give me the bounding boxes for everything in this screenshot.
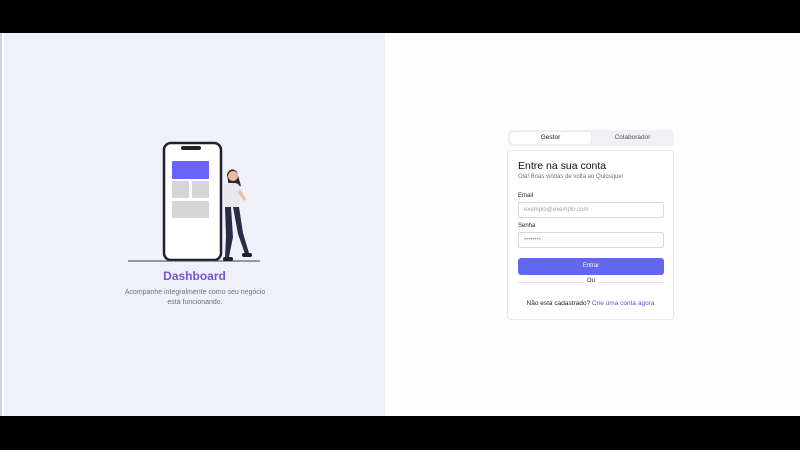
app-frame: Dashboard Acompanhe integralmente como s… (0, 33, 800, 416)
dashboard-illustration (128, 141, 260, 262)
email-field[interactable]: exemplo@exemplo.com (518, 202, 664, 218)
login-title: Entre na sua conta (518, 160, 607, 172)
phone-illustration (162, 141, 223, 262)
password-field[interactable]: •••••••• (518, 232, 664, 248)
woman-illustration (223, 169, 252, 261)
dashboard-description: Acompanhe integralmente como seu negócio… (124, 289, 266, 306)
left-panel: Dashboard Acompanhe integralmente como s… (4, 33, 385, 416)
tab-colaborador[interactable]: Colaborador (593, 132, 672, 144)
signup-row: Não está cadastrado? Crie uma conta agor… (508, 300, 673, 307)
submit-button[interactable]: Entrar (518, 258, 664, 275)
divider-text: Ou (584, 278, 598, 284)
password-label: Senha (518, 223, 536, 229)
signup-link[interactable]: Crie uma conta agora (592, 300, 655, 307)
signup-prompt: Não está cadastrado? (526, 300, 591, 307)
login-subtitle: Olá! Boas vindas de volta ao Quiosque! (518, 174, 624, 180)
tab-gestor[interactable]: Gestor (510, 132, 591, 144)
role-tabs: Gestor Colaborador (508, 130, 674, 146)
login-card: Entre na sua conta Olá! Boas vindas de v… (507, 150, 674, 320)
email-label: Email (518, 193, 534, 199)
dashboard-title: Dashboard (163, 269, 226, 283)
